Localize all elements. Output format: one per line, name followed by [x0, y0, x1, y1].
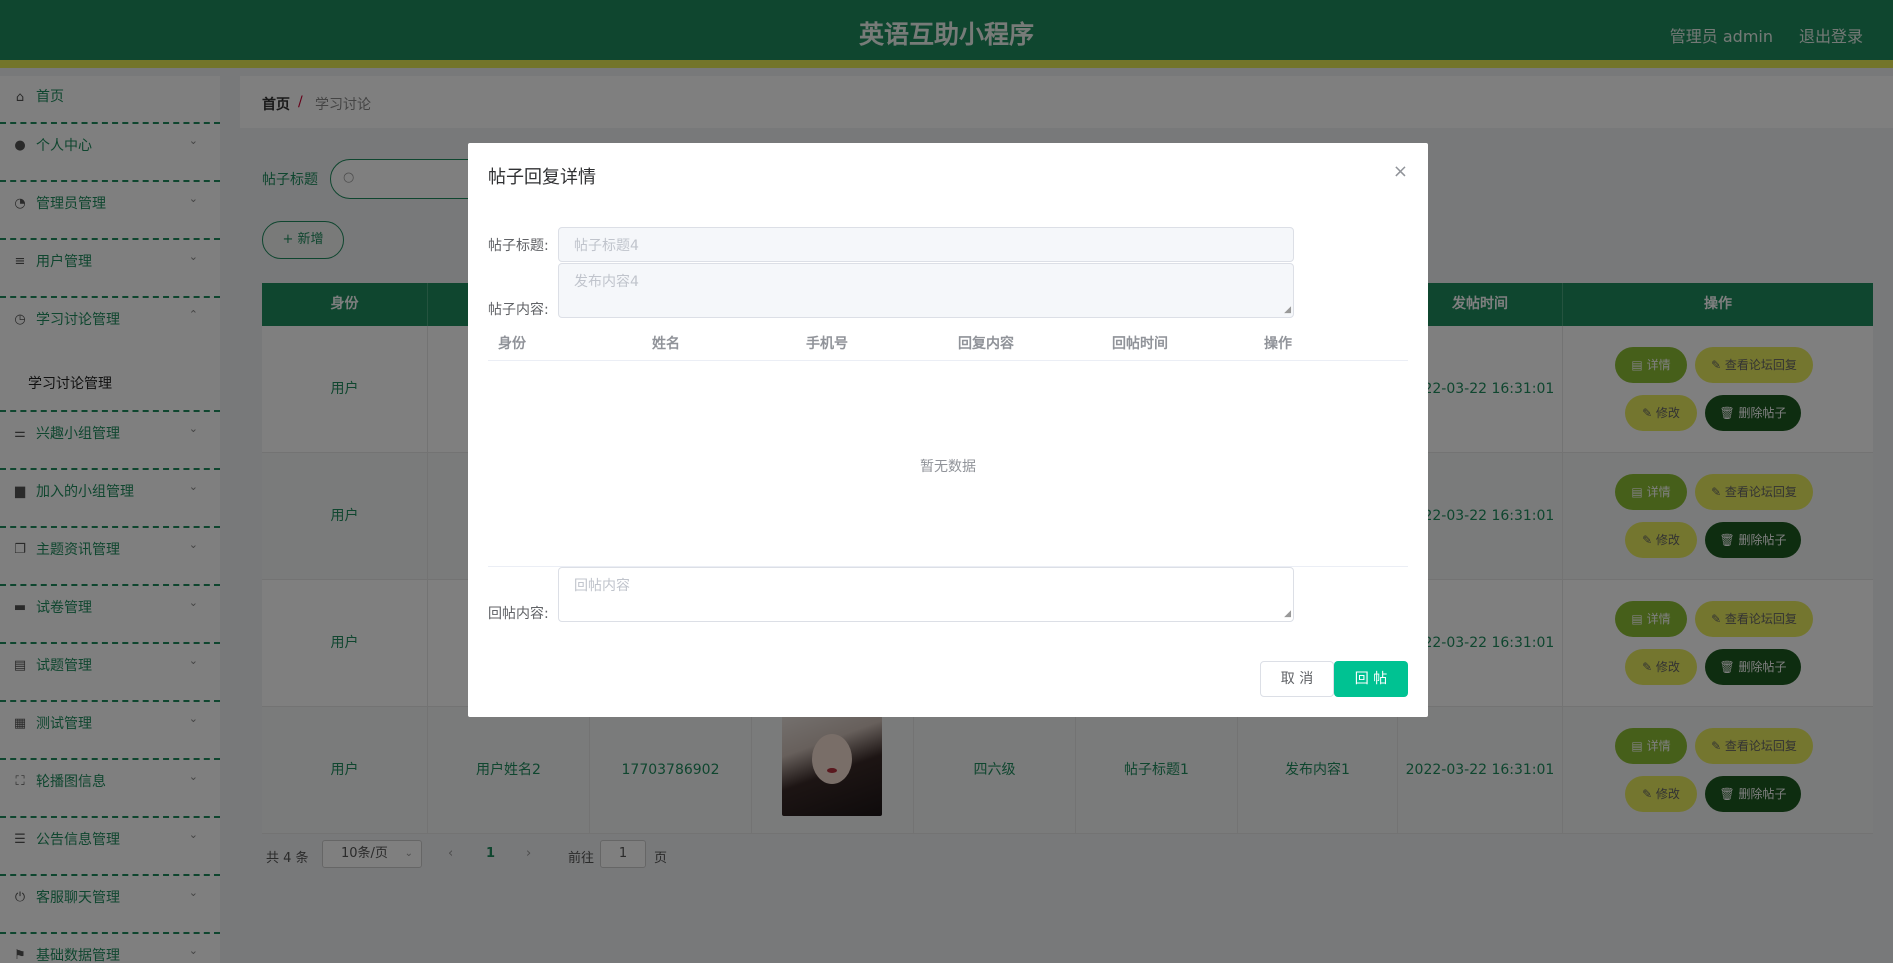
reply-table-body: 暂无数据 [488, 361, 1408, 567]
reply-content-label: 回帖内容: [488, 606, 549, 622]
reply-header-role: 身份 [498, 336, 526, 352]
reply-header-time: 回帖时间 [1112, 336, 1168, 352]
post-title-label: 帖子标题: [488, 238, 549, 254]
post-content-value: 发布内容4 [574, 274, 639, 290]
cancel-button[interactable]: 取 消 [1260, 661, 1334, 697]
reply-header-actions: 操作 [1264, 336, 1292, 352]
reply-detail-dialog: 帖子回复详情 × 帖子标题: 帖子标题4 帖子内容: 发布内容4 ◢ 身份 姓名… [468, 143, 1428, 717]
resize-handle-icon[interactable]: ◢ [1284, 305, 1291, 315]
post-title-field[interactable]: 帖子标题4 [558, 227, 1294, 262]
resize-handle-icon[interactable]: ◢ [1284, 609, 1291, 619]
close-icon[interactable]: × [1393, 161, 1408, 182]
reply-header-name: 姓名 [652, 336, 680, 352]
reply-header-content: 回复内容 [958, 336, 1014, 352]
reply-table-header: 身份 姓名 手机号 回复内容 回帖时间 操作 [488, 323, 1408, 361]
submit-reply-button[interactable]: 回 帖 [1334, 661, 1408, 697]
reply-content-placeholder: 回帖内容 [574, 578, 630, 594]
reply-header-phone: 手机号 [806, 336, 848, 352]
empty-state: 暂无数据 [920, 459, 976, 475]
post-content-field[interactable]: 发布内容4 ◢ [558, 263, 1294, 318]
dialog-title: 帖子回复详情 [488, 167, 596, 188]
reply-content-input[interactable]: 回帖内容 ◢ [558, 567, 1294, 622]
post-content-label: 帖子内容: [488, 302, 549, 318]
